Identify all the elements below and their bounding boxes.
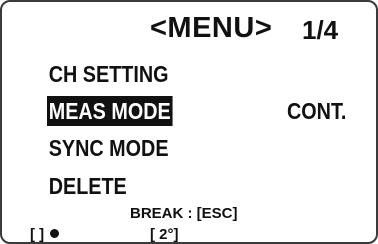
menu-item-ch-setting[interactable]: CH SETTING <box>47 59 170 89</box>
menu-item-sync-mode[interactable]: SYNC MODE <box>47 133 170 163</box>
menu-item-meas-mode[interactable]: MEAS MODE <box>47 96 173 126</box>
lcd-screen: <MENU> 1/4 CH SETTING MEAS MODE CONT. SY… <box>0 0 378 244</box>
break-hint: BREAK : [ESC] <box>130 205 238 222</box>
meas-mode-value: CONT. <box>287 98 347 124</box>
page-indicator: 1/4 <box>302 15 339 45</box>
status-slot: [ ] <box>30 226 45 243</box>
menu-item-delete[interactable]: DELETE <box>47 171 128 201</box>
angle-readout: [ 2°] <box>150 226 179 243</box>
menu-title: <MENU> <box>150 12 273 44</box>
status-bar: [ ] <box>30 226 60 243</box>
record-dot-icon <box>50 229 60 238</box>
